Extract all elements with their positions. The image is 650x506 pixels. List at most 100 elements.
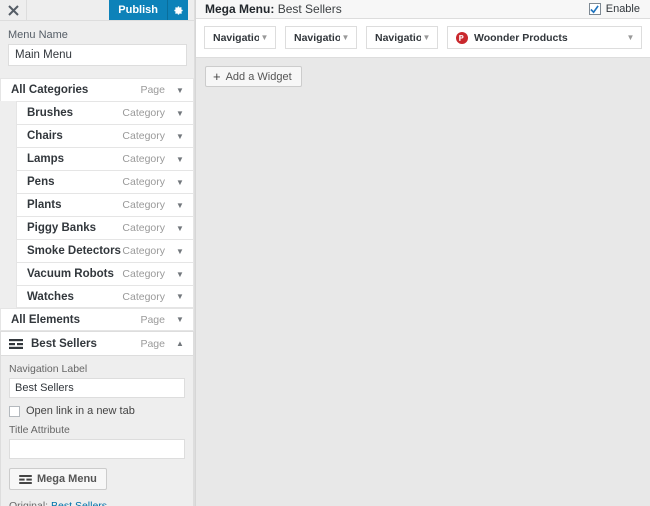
navigation-label-label: Navigation Label bbox=[9, 363, 88, 375]
chevron-down-icon[interactable]: ▼ bbox=[175, 315, 185, 324]
menu-item-label: Smoke Detectors bbox=[27, 245, 121, 257]
chevron-down-icon[interactable]: ▼ bbox=[175, 292, 185, 301]
menu-item-label: Pens bbox=[27, 176, 55, 188]
widget-label: Woonder Products bbox=[474, 31, 568, 44]
menu-item-label: Best Sellers bbox=[31, 337, 97, 350]
menu-item-pens[interactable]: Pens Category ▼ bbox=[16, 170, 194, 193]
chevron-down-icon[interactable]: ▼ bbox=[175, 178, 185, 187]
caret-down-icon[interactable]: ▼ bbox=[421, 33, 432, 42]
menu-item-all-categories[interactable]: All Categories Page ▼ bbox=[0, 78, 194, 101]
menu-item-type: Category bbox=[122, 245, 165, 257]
chevron-down-icon[interactable]: ▼ bbox=[175, 247, 185, 256]
woonder-badge-icon bbox=[456, 31, 468, 44]
menu-item-lamps[interactable]: Lamps Category ▼ bbox=[16, 147, 194, 170]
navigation-label-input[interactable] bbox=[9, 378, 185, 398]
widget-navigation-2[interactable]: Navigation ▼ bbox=[285, 26, 357, 49]
customizer-topbar: Publish bbox=[0, 0, 194, 21]
menu-item-type: Page bbox=[140, 313, 165, 326]
chevron-down-icon[interactable]: ▼ bbox=[175, 155, 185, 164]
original-link[interactable]: Best Sellers bbox=[51, 500, 107, 506]
enable-checkbox[interactable] bbox=[588, 3, 601, 15]
chevron-up-icon[interactable]: ▲ bbox=[175, 339, 185, 348]
menu-item-piggy-banks[interactable]: Piggy Banks Category ▼ bbox=[16, 216, 194, 239]
publish-button[interactable]: Publish bbox=[109, 0, 167, 20]
customizer-panel: Publish Menu Name All Categories Page ▼ bbox=[0, 0, 195, 506]
menu-item-chairs[interactable]: Chairs Category ▼ bbox=[16, 124, 194, 147]
close-icon[interactable] bbox=[0, 0, 27, 20]
menu-name-label: Menu Name bbox=[8, 29, 68, 41]
widget-woonder-products[interactable]: Woonder Products ▼ bbox=[447, 26, 642, 49]
caret-down-icon[interactable]: ▼ bbox=[625, 33, 636, 42]
chevron-down-icon[interactable]: ▼ bbox=[175, 109, 185, 118]
widget-row: Navigation ▼ Navigation ▼ Navigation ▼ W… bbox=[196, 19, 650, 58]
menu-item-label: All Elements bbox=[11, 313, 81, 326]
menu-item-best-sellers-header[interactable]: Best Sellers Page ▲ bbox=[1, 332, 193, 356]
menu-item-type: Category bbox=[122, 290, 165, 303]
mega-menu-preview: Mega Menu: Best Sellers Enable Navigatio… bbox=[195, 0, 650, 506]
menu-item-type: Page bbox=[140, 84, 165, 96]
widget-navigation-1[interactable]: Navigation ▼ bbox=[204, 26, 276, 49]
add-widget-label: Add a Widget bbox=[225, 70, 292, 83]
widget-navigation-3[interactable]: Navigation ▼ bbox=[366, 26, 438, 49]
chevron-down-icon[interactable]: ▼ bbox=[175, 201, 185, 210]
menu-item-watches[interactable]: Watches Category ▼ bbox=[16, 285, 194, 308]
original-row: Original: Best Sellers bbox=[9, 500, 185, 506]
menu-item-type: Category bbox=[122, 107, 165, 119]
menu-item-type: Category bbox=[122, 199, 165, 211]
menu-item-type: Category bbox=[122, 130, 165, 142]
widget-label: Navigation bbox=[294, 31, 340, 44]
menu-name-input[interactable] bbox=[8, 44, 187, 66]
menu-item-label: Plants bbox=[27, 199, 62, 211]
menu-item-type: Category bbox=[122, 268, 165, 280]
caret-down-icon[interactable]: ▼ bbox=[340, 33, 351, 42]
customizer-body: Menu Name All Categories Page ▼ Brushes … bbox=[0, 21, 194, 506]
menu-item-label: Chairs bbox=[27, 130, 63, 142]
widget-label: Navigation bbox=[375, 31, 421, 44]
open-in-new-tab-checkbox[interactable] bbox=[9, 405, 20, 417]
menu-item-type: Category bbox=[122, 176, 165, 188]
gear-icon[interactable] bbox=[167, 0, 188, 20]
customizer-app: Publish Menu Name All Categories Page ▼ bbox=[0, 0, 650, 506]
menu-item-label: Piggy Banks bbox=[27, 222, 97, 234]
chevron-down-icon[interactable]: ▼ bbox=[175, 270, 185, 279]
title-attribute-input[interactable] bbox=[9, 439, 185, 459]
menu-item-plants[interactable]: Plants Category ▼ bbox=[16, 193, 194, 216]
menu-item-best-sellers-expanded: Best Sellers Page ▲ Navigation Label Ope… bbox=[0, 331, 194, 506]
widget-label: Navigation bbox=[213, 31, 259, 44]
mega-menu-icon bbox=[9, 338, 27, 349]
title-attribute-label: Title Attribute bbox=[9, 424, 70, 436]
mega-menu-button[interactable]: Mega Menu bbox=[9, 468, 107, 490]
menu-item-label: Brushes bbox=[27, 107, 74, 119]
menu-item-vacuum-robots[interactable]: Vacuum Robots Category ▼ bbox=[16, 262, 194, 285]
menu-item-label: All Categories bbox=[11, 84, 89, 96]
add-widget-row: + Add a Widget bbox=[196, 58, 650, 87]
chevron-down-icon[interactable]: ▼ bbox=[175, 224, 185, 233]
menu-item-settings-body: Navigation Label Open link in a new tab … bbox=[1, 356, 193, 506]
menu-item-label: Lamps bbox=[27, 153, 65, 165]
mega-menu-button-label: Mega Menu bbox=[37, 473, 97, 485]
original-label: Original: bbox=[9, 500, 49, 506]
page-title-prefix: Mega Menu: bbox=[205, 2, 275, 16]
menu-item-brushes[interactable]: Brushes Category ▼ bbox=[16, 101, 194, 124]
caret-down-icon[interactable]: ▼ bbox=[259, 33, 270, 42]
menu-item-all-elements[interactable]: All Elements Page ▼ bbox=[0, 308, 194, 331]
add-widget-button[interactable]: + Add a Widget bbox=[205, 66, 302, 87]
enable-label: Enable bbox=[605, 3, 640, 15]
mega-menu-header: Mega Menu: Best Sellers Enable bbox=[196, 0, 650, 19]
page-title-value: Best Sellers bbox=[277, 2, 342, 16]
menu-item-label: Vacuum Robots bbox=[27, 268, 114, 280]
menu-items-list: All Categories Page ▼ Brushes Category ▼… bbox=[0, 78, 194, 506]
menu-item-type: Category bbox=[122, 153, 165, 165]
page-title: Mega Menu: Best Sellers bbox=[205, 2, 583, 16]
enable-toggle[interactable]: Enable bbox=[583, 3, 646, 15]
menu-item-type: Page bbox=[140, 337, 165, 350]
chevron-down-icon[interactable]: ▼ bbox=[175, 86, 185, 95]
open-in-new-tab-row[interactable]: Open link in a new tab bbox=[9, 405, 185, 417]
menu-item-smoke-detectors[interactable]: Smoke Detectors Category ▼ bbox=[16, 239, 194, 262]
menu-item-label: Watches bbox=[27, 290, 74, 303]
plus-icon: + bbox=[213, 69, 221, 84]
open-in-new-tab-label: Open link in a new tab bbox=[26, 405, 135, 417]
chevron-down-icon[interactable]: ▼ bbox=[175, 132, 185, 141]
mega-menu-icon bbox=[19, 474, 32, 484]
